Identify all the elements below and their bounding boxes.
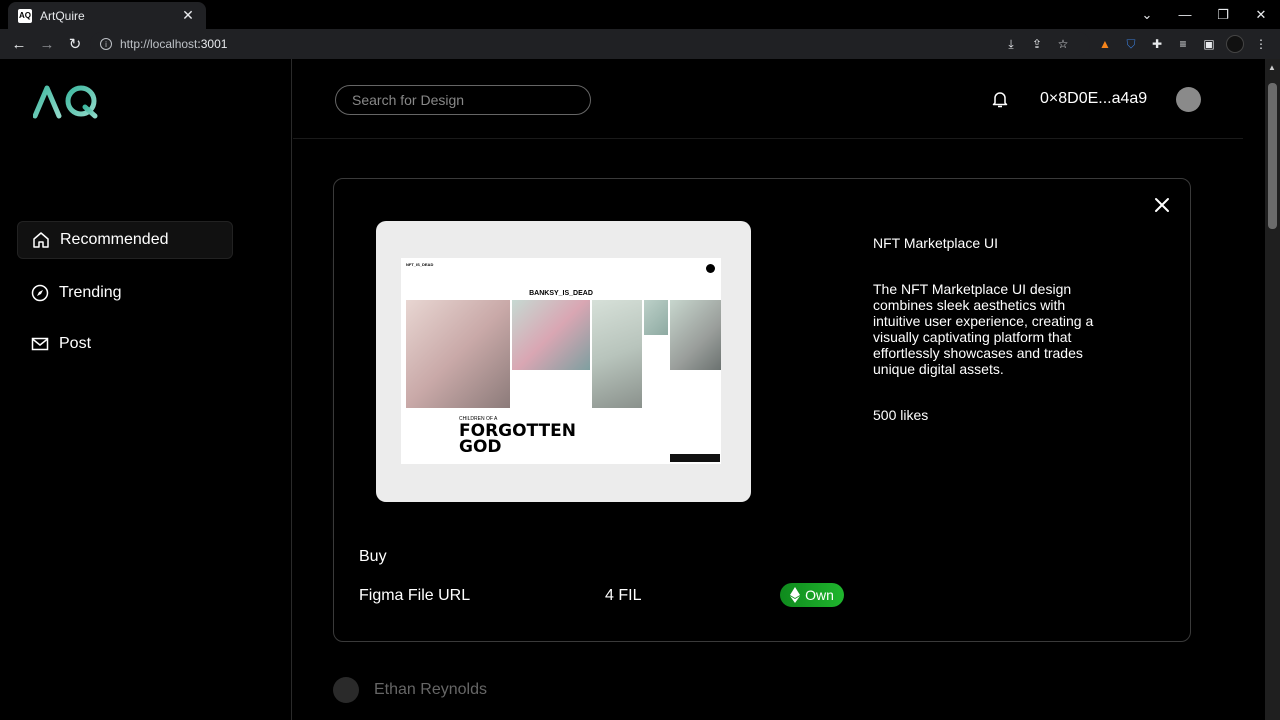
- preview-button: [670, 454, 720, 462]
- modal-title: NFT Marketplace UI: [873, 235, 998, 251]
- nav-recommended-label: Recommended: [60, 231, 169, 248]
- compass-icon: [31, 284, 49, 302]
- install-icon[interactable]: ⤓: [1002, 35, 1020, 53]
- home-icon: [33, 232, 49, 248]
- user-avatar[interactable]: [1176, 87, 1201, 112]
- info-icon[interactable]: i: [100, 38, 112, 50]
- preview-big-text: FORGOTTEN GOD: [459, 421, 576, 457]
- figma-url-label[interactable]: Figma File URL: [359, 587, 470, 605]
- forward-icon[interactable]: →: [34, 31, 60, 57]
- price: 4 FIL: [605, 587, 642, 604]
- bell-icon[interactable]: [990, 89, 1010, 109]
- scrollbar[interactable]: ▲: [1265, 59, 1280, 720]
- mail-icon: [31, 337, 49, 351]
- nav-trending-label: Trending: [59, 284, 122, 301]
- browser-tabbar: AQ ArtQuire ✕ ⌄ — ❐ ✕: [0, 0, 1280, 29]
- media-icon[interactable]: ≡: [1174, 35, 1192, 53]
- logo[interactable]: [33, 83, 103, 119]
- nav-trending[interactable]: Trending: [17, 274, 233, 312]
- nav-post[interactable]: Post: [17, 325, 233, 363]
- tab-close-icon[interactable]: ✕: [180, 7, 196, 24]
- preview-art-4: [644, 300, 668, 335]
- wallet-address[interactable]: 0×8D0E...a4a9: [1040, 90, 1147, 108]
- author-name: Ethan Reynolds: [374, 681, 487, 698]
- window-controls: ⌄ — ❐ ✕: [1128, 0, 1280, 29]
- preview-headline: BANKSY_IS_DEAD: [529, 290, 593, 297]
- own-button-label: Own: [805, 587, 834, 603]
- sidepanel-icon[interactable]: ▣: [1200, 35, 1218, 53]
- extensions-icon[interactable]: ✚: [1148, 35, 1166, 53]
- preview-art-5: [670, 300, 721, 370]
- reload-icon[interactable]: ↻: [62, 31, 88, 57]
- preview-art-2: [512, 300, 590, 370]
- modal-description: The NFT Marketplace UI design combines s…: [873, 281, 1094, 377]
- minimize-icon[interactable]: —: [1166, 7, 1204, 22]
- browser-tab[interactable]: AQ ArtQuire ✕: [8, 2, 206, 29]
- preview-dot: [706, 264, 715, 273]
- design-modal: NFT_IS_DEAD BANKSY_IS_DEAD CHILDREN OF A…: [333, 178, 1191, 642]
- preview-card: NFT_IS_DEAD BANKSY_IS_DEAD CHILDREN OF A…: [376, 221, 751, 502]
- menu-icon[interactable]: ⋮: [1252, 35, 1270, 53]
- metamask-icon[interactable]: ▲: [1096, 35, 1114, 53]
- own-button[interactable]: Own: [780, 583, 844, 607]
- feed-author[interactable]: Ethan Reynolds: [333, 677, 487, 703]
- address-bar[interactable]: i http://localhost:3001: [90, 32, 1090, 56]
- share-icon[interactable]: ⇪: [1028, 35, 1046, 53]
- shield-extension-icon[interactable]: ⛉: [1122, 35, 1140, 53]
- likes-count: 500 likes: [873, 407, 929, 423]
- app-root: Recommended Trending Post Search for Des…: [0, 59, 1280, 720]
- nav-post-label: Post: [59, 335, 92, 352]
- design-preview-image[interactable]: NFT_IS_DEAD BANKSY_IS_DEAD CHILDREN OF A…: [401, 258, 721, 464]
- ethereum-icon: [790, 587, 801, 603]
- star-icon[interactable]: ☆: [1054, 35, 1072, 53]
- close-icon[interactable]: [1152, 195, 1172, 215]
- profile-avatar[interactable]: [1226, 35, 1244, 53]
- back-icon[interactable]: ←: [6, 31, 32, 57]
- tab-title: ArtQuire: [40, 8, 85, 23]
- nav-recommended[interactable]: Recommended: [17, 221, 233, 259]
- search-input[interactable]: Search for Design: [335, 85, 591, 115]
- header: Search for Design 0×8D0E...a4a9: [293, 59, 1243, 139]
- preview-art-3: [592, 300, 642, 408]
- scroll-up-icon[interactable]: ▲: [1268, 63, 1276, 72]
- url-text: http://localhost:3001: [120, 37, 228, 51]
- buy-label: Buy: [359, 548, 387, 565]
- window-close-icon[interactable]: ✕: [1242, 7, 1280, 23]
- search-placeholder: Search for Design: [352, 92, 465, 108]
- toolbar-icons: ⤓ ⇪ ☆ ▲ ⛉ ✚ ≡ ▣ ⋮: [1002, 29, 1270, 59]
- tab-favicon: AQ: [18, 8, 32, 23]
- sidebar: Recommended Trending Post: [0, 59, 292, 720]
- browser-toolbar: ← → ↻ i http://localhost:3001 ⤓ ⇪ ☆ ▲ ⛉ …: [0, 29, 1280, 59]
- preview-site-name: NFT_IS_DEAD: [406, 262, 434, 267]
- author-avatar: [333, 677, 359, 703]
- scroll-thumb[interactable]: [1268, 83, 1277, 229]
- tab-search-icon[interactable]: ⌄: [1128, 7, 1166, 23]
- restore-icon[interactable]: ❐: [1204, 7, 1242, 23]
- preview-art-1: [406, 300, 510, 408]
